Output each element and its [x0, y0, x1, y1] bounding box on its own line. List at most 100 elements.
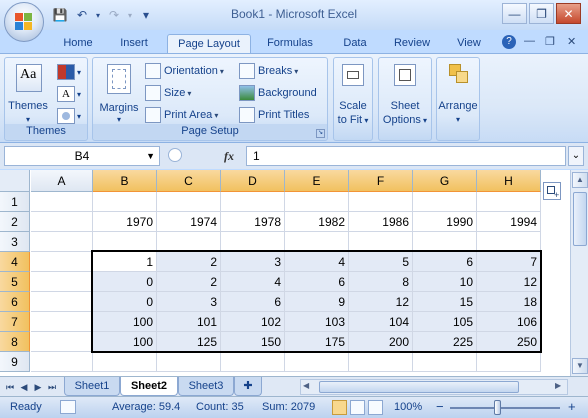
- cell-g8[interactable]: 225: [413, 332, 477, 352]
- insert-function-button[interactable]: fx: [224, 146, 234, 166]
- cell-e3[interactable]: [285, 232, 349, 252]
- cell-f8[interactable]: 200: [349, 332, 413, 352]
- cell-e4[interactable]: 4: [285, 252, 349, 272]
- next-sheet-icon[interactable]: ▶: [32, 380, 44, 394]
- print-titles-button[interactable]: Print Titles: [239, 106, 309, 124]
- first-sheet-icon[interactable]: ⏮: [4, 380, 16, 394]
- cell-h3[interactable]: [477, 232, 541, 252]
- row-header-8[interactable]: 8: [0, 332, 30, 352]
- quick-analysis-icon[interactable]: +: [543, 182, 561, 200]
- row-header-9[interactable]: 9: [0, 352, 30, 372]
- select-all-button[interactable]: [0, 170, 30, 192]
- column-header-f[interactable]: F: [349, 170, 413, 192]
- cell-b8[interactable]: 100: [93, 332, 157, 352]
- cell-b9[interactable]: [93, 352, 157, 372]
- tab-view[interactable]: View: [448, 34, 490, 54]
- tab-formulas[interactable]: Formulas: [258, 34, 322, 54]
- row-header-3[interactable]: 3: [0, 232, 30, 252]
- cell-h5[interactable]: 12: [477, 272, 541, 292]
- dialog-launcher-icon[interactable]: ↘: [316, 129, 325, 138]
- mdi-minimize-icon[interactable]: —: [524, 35, 535, 47]
- tab-home[interactable]: Home: [56, 34, 100, 54]
- cell-c1[interactable]: [157, 192, 221, 212]
- cell-a7[interactable]: [31, 312, 93, 332]
- restore-button[interactable]: ❐: [529, 3, 554, 24]
- sheet-tab-sheet3[interactable]: Sheet3: [178, 377, 234, 396]
- row-header-2[interactable]: 2: [0, 212, 30, 232]
- row-header-7[interactable]: 7: [0, 312, 30, 332]
- cell-c6[interactable]: 3: [157, 292, 221, 312]
- cell-c5[interactable]: 2: [157, 272, 221, 292]
- cell-c8[interactable]: 125: [157, 332, 221, 352]
- cell-c4[interactable]: 2: [157, 252, 221, 272]
- cell-f5[interactable]: 8: [349, 272, 413, 292]
- cell-b5[interactable]: 0: [93, 272, 157, 292]
- help-icon[interactable]: ?: [502, 35, 516, 49]
- tab-page-layout[interactable]: Page Layout: [167, 34, 251, 54]
- scroll-right-icon[interactable]: ▶: [555, 381, 561, 390]
- prev-sheet-icon[interactable]: ◀: [18, 380, 30, 394]
- theme-colors-icon[interactable]: [57, 64, 75, 80]
- orientation-button[interactable]: Orientation ▾: [145, 62, 224, 80]
- cell-g4[interactable]: 6: [413, 252, 477, 272]
- cell-b4[interactable]: 1: [93, 252, 157, 272]
- cell-f2[interactable]: 1986: [349, 212, 413, 232]
- row-header-5[interactable]: 5: [0, 272, 30, 292]
- zoom-out-icon[interactable]: −: [436, 399, 444, 414]
- office-button[interactable]: [4, 2, 44, 42]
- cell-d1[interactable]: [221, 192, 285, 212]
- mdi-close-icon[interactable]: ✕: [567, 35, 576, 48]
- name-box[interactable]: B4 ▼: [4, 146, 160, 166]
- cell-b6[interactable]: 0: [93, 292, 157, 312]
- cell-d5[interactable]: 4: [221, 272, 285, 292]
- sheet-tab-sheet1[interactable]: Sheet1: [64, 377, 120, 396]
- vertical-scroll-thumb[interactable]: [573, 192, 587, 246]
- cell-f7[interactable]: 104: [349, 312, 413, 332]
- cell-f4[interactable]: 5: [349, 252, 413, 272]
- cell-e6[interactable]: 9: [285, 292, 349, 312]
- cell-g1[interactable]: [413, 192, 477, 212]
- vertical-scrollbar[interactable]: ▲ ▼: [570, 170, 588, 376]
- breaks-button[interactable]: Breaks ▾: [239, 62, 298, 80]
- column-header-e[interactable]: E: [285, 170, 349, 192]
- cell-a8[interactable]: [31, 332, 93, 352]
- sheet-tab-sheet2[interactable]: Sheet2: [120, 377, 178, 396]
- size-button[interactable]: Size ▾: [145, 84, 191, 102]
- cell-c2[interactable]: 1974: [157, 212, 221, 232]
- column-header-a[interactable]: A: [31, 170, 93, 192]
- cell-h9[interactable]: [477, 352, 541, 372]
- cell-f6[interactable]: 12: [349, 292, 413, 312]
- last-sheet-icon[interactable]: ⏭: [46, 380, 58, 394]
- formula-splitter-icon[interactable]: [168, 148, 182, 162]
- cell-e5[interactable]: 6: [285, 272, 349, 292]
- cell-f9[interactable]: [349, 352, 413, 372]
- cell-d8[interactable]: 150: [221, 332, 285, 352]
- scroll-down-icon[interactable]: ▼: [572, 358, 588, 374]
- cell-b7[interactable]: 100: [93, 312, 157, 332]
- cell-f3[interactable]: [349, 232, 413, 252]
- cell-a3[interactable]: [31, 232, 93, 252]
- cell-g6[interactable]: 15: [413, 292, 477, 312]
- cell-d7[interactable]: 102: [221, 312, 285, 332]
- cell-d6[interactable]: 6: [221, 292, 285, 312]
- macro-recording-icon[interactable]: [60, 400, 76, 414]
- cell-c9[interactable]: [157, 352, 221, 372]
- cell-d9[interactable]: [221, 352, 285, 372]
- column-header-b[interactable]: B: [93, 170, 157, 192]
- cell-e2[interactable]: 1982: [285, 212, 349, 232]
- column-header-d[interactable]: D: [221, 170, 285, 192]
- theme-fonts-icon[interactable]: A: [57, 86, 75, 102]
- cell-h2[interactable]: 1994: [477, 212, 541, 232]
- cell-g5[interactable]: 10: [413, 272, 477, 292]
- cell-a9[interactable]: [31, 352, 93, 372]
- cell-f1[interactable]: [349, 192, 413, 212]
- scroll-up-icon[interactable]: ▲: [572, 172, 588, 188]
- cell-d3[interactable]: [221, 232, 285, 252]
- cell-a5[interactable]: [31, 272, 93, 292]
- column-header-c[interactable]: C: [157, 170, 221, 192]
- print-area-button[interactable]: Print Area ▾: [145, 106, 218, 124]
- close-button[interactable]: ✕: [556, 3, 581, 24]
- cell-h6[interactable]: 18: [477, 292, 541, 312]
- zoom-slider-knob[interactable]: [494, 400, 501, 415]
- cell-e9[interactable]: [285, 352, 349, 372]
